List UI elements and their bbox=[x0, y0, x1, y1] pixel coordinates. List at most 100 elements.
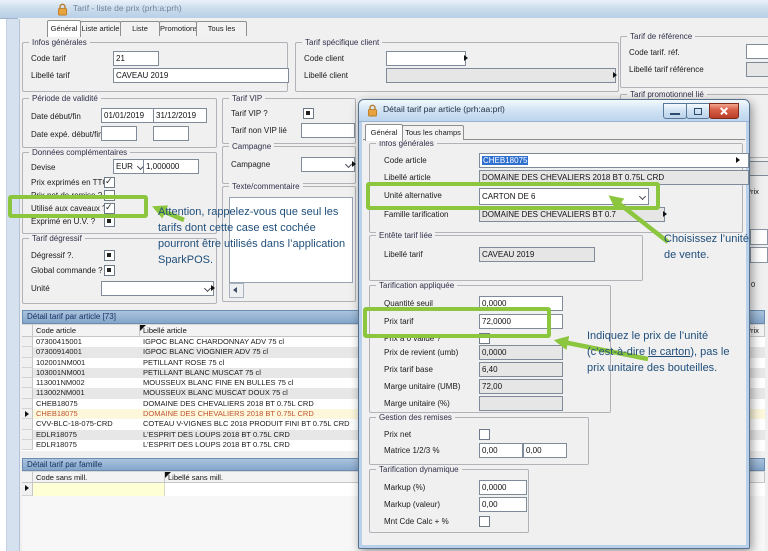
header-code-article[interactable]: Code article bbox=[33, 324, 140, 337]
lookup-arrow-icon[interactable] bbox=[613, 72, 617, 78]
group-title: Tarification dynamique bbox=[376, 465, 462, 474]
matrice-label: Matrice 1/2/3 % bbox=[384, 446, 440, 455]
lookup-arrow-icon[interactable] bbox=[464, 55, 468, 61]
selected-text: CHEB18075 bbox=[482, 156, 528, 165]
left-scroll-strip[interactable] bbox=[6, 19, 20, 551]
prix-revient-label: Prix de revient (umb) bbox=[384, 348, 458, 357]
dialog-titlebar[interactable]: Détail tarif par article (prh:aa:prl) bbox=[359, 100, 749, 122]
note-caveaux: Attention, rappelez-vous que seul les ta… bbox=[158, 205, 354, 269]
dialog-title: Détail tarif par article (prh:aa:prl) bbox=[383, 104, 505, 114]
dialog-tab-general[interactable]: Général bbox=[365, 124, 403, 141]
group-title: Texte/commentaire bbox=[229, 182, 303, 191]
prix-net-checkbox[interactable] bbox=[479, 429, 490, 440]
markup-valeur-input[interactable]: 0,00 bbox=[479, 497, 527, 512]
cell-code-article: 07300415001 bbox=[33, 337, 140, 347]
dropdown-arrow-icon bbox=[345, 161, 352, 168]
dialog-tab-tous-les-champs[interactable]: Tous les champs bbox=[402, 125, 464, 140]
marge-unitaire-pct-label: Marge unitaire (%) bbox=[384, 399, 450, 408]
libelle-tarif-field: CAVEAU 2019 bbox=[479, 247, 595, 262]
lookup-arrow-icon[interactable] bbox=[211, 285, 215, 291]
prix-net-label: Prix net bbox=[384, 430, 411, 439]
code-tarif-input[interactable]: 21 bbox=[113, 51, 159, 66]
row-marker bbox=[22, 399, 33, 409]
tarif-non-vip-label: Tarif non VIP lié bbox=[231, 126, 287, 135]
campagne-label: Campagne bbox=[231, 160, 270, 169]
global-commande-checkbox[interactable] bbox=[104, 265, 115, 276]
close-button[interactable] bbox=[709, 103, 739, 119]
scroll-left-button[interactable] bbox=[229, 283, 244, 298]
date-fin-input[interactable]: 31/12/2019 bbox=[153, 108, 207, 123]
row-marker bbox=[22, 440, 33, 450]
libelle-tarif-label: Libellé tarif bbox=[384, 250, 423, 259]
main-titlebar[interactable]: Tarif - liste de prix (prh:a:prh) bbox=[0, 0, 768, 19]
dropdown-arrow-icon bbox=[204, 285, 211, 292]
note-prix: Indiquez le prix de l’unité (c’est-à-dir… bbox=[587, 329, 740, 377]
row-marker bbox=[22, 430, 33, 440]
code-article-input[interactable]: CHEB18075 bbox=[479, 153, 749, 168]
prix-ttc-label: Prix exprimés en TTC ? bbox=[31, 178, 115, 187]
row-marker bbox=[22, 358, 33, 368]
lookup-arrow-icon[interactable] bbox=[352, 161, 356, 167]
dialog-group-entete-tarif: Entête tarif liée Libellé tarif CAVEAU 2… bbox=[369, 235, 643, 281]
row-marker bbox=[22, 409, 33, 419]
group-title: Campagne bbox=[229, 142, 274, 151]
libelle-tarif-input[interactable]: CAVEAU 2019 bbox=[113, 68, 289, 83]
group-title: Tarif spécifique client bbox=[302, 38, 382, 47]
devise-dropdown[interactable]: EUR bbox=[113, 159, 147, 174]
lock-icon bbox=[367, 104, 378, 117]
cell-code-article: 07300914001 bbox=[33, 347, 140, 357]
code-client-input[interactable] bbox=[386, 51, 466, 66]
header-marker-cell bbox=[22, 324, 33, 337]
date-debut-input[interactable]: 01/01/2019 bbox=[101, 108, 155, 123]
group-title: Tarif VIP bbox=[229, 94, 265, 103]
libelle-article-label: Libellé article bbox=[384, 173, 431, 182]
minimize-button[interactable] bbox=[663, 103, 687, 119]
cell-code-article: CHEB18075 bbox=[33, 399, 140, 409]
famille-tarification-label: Famille tarification bbox=[384, 210, 448, 219]
header-code-sans-mill[interactable]: Code sans mill. bbox=[33, 471, 165, 483]
group-title: Période de validité bbox=[29, 94, 101, 103]
libelle-client-label: Libellé client bbox=[304, 71, 348, 80]
code-tarif-ref-input[interactable] bbox=[746, 44, 768, 59]
tab-tous-les-champs[interactable]: Tous les champs bbox=[196, 21, 247, 36]
cell-code-article: EDLR18075 bbox=[33, 440, 140, 450]
mnt-cde-calc-checkbox[interactable] bbox=[479, 516, 490, 527]
libelle-tarif-ref-label: Libellé tarif référence bbox=[629, 65, 704, 74]
cell-code-article: CVV-BLC-18-075-CRD bbox=[33, 419, 140, 429]
row-marker bbox=[22, 419, 33, 429]
row-marker bbox=[22, 368, 33, 378]
markup-pct-input[interactable]: 0,0000 bbox=[479, 480, 527, 495]
tarif-vip-checkbox[interactable] bbox=[303, 108, 314, 119]
lookup-arrow-icon[interactable] bbox=[663, 211, 667, 217]
degressif-checkbox[interactable] bbox=[104, 250, 115, 261]
group-infos-generales: Infos générales Code tarif 21 Libellé ta… bbox=[22, 42, 288, 92]
dialog-tabstrip: Général Tous les champs bbox=[363, 122, 745, 140]
prix-tarif-base-field: 6,40 bbox=[479, 362, 563, 377]
cell-code-sans-mill[interactable] bbox=[33, 483, 165, 496]
note-unite: Choisissez l’unité de vente. bbox=[664, 232, 756, 264]
sort-marker-icon bbox=[165, 472, 171, 478]
row-marker bbox=[22, 337, 33, 347]
campagne-dropdown[interactable] bbox=[301, 157, 355, 172]
unite-dropdown[interactable] bbox=[101, 281, 214, 296]
date-expe-debut-input[interactable] bbox=[101, 126, 137, 141]
tarif-non-vip-input[interactable] bbox=[301, 123, 355, 138]
taux-input[interactable]: 1,000000 bbox=[143, 159, 199, 174]
lookup-arrow-icon[interactable] bbox=[736, 157, 740, 163]
tab-promotions[interactable]: Promotions bbox=[159, 21, 197, 36]
tab-general[interactable]: Général bbox=[47, 20, 81, 37]
date-expe-fin-input[interactable] bbox=[153, 126, 189, 141]
scroll-left-icon bbox=[233, 287, 237, 293]
cell-code-article: 113001NM002 bbox=[33, 378, 140, 388]
prix-ttc-checkbox[interactable] bbox=[104, 177, 115, 188]
matrice2-input[interactable]: 0,00 bbox=[523, 443, 567, 458]
group-tarif-reference: Tarif de référence Code tarif. réf. Libe… bbox=[620, 36, 768, 88]
restore-button[interactable] bbox=[686, 103, 710, 119]
tab-liste-famille[interactable]: Liste famille bbox=[120, 21, 160, 36]
prix-revient-field: 0,0000 bbox=[479, 345, 563, 360]
code-tarif-ref-label: Code tarif. réf. bbox=[629, 48, 680, 57]
matrice1-input[interactable]: 0,00 bbox=[479, 443, 523, 458]
dialog-group-gestion-remises: Gestion des remises Prix net Matrice 1/2… bbox=[369, 417, 589, 465]
libelle-client-field bbox=[386, 68, 616, 83]
tab-liste-article[interactable]: Liste article bbox=[80, 21, 121, 36]
